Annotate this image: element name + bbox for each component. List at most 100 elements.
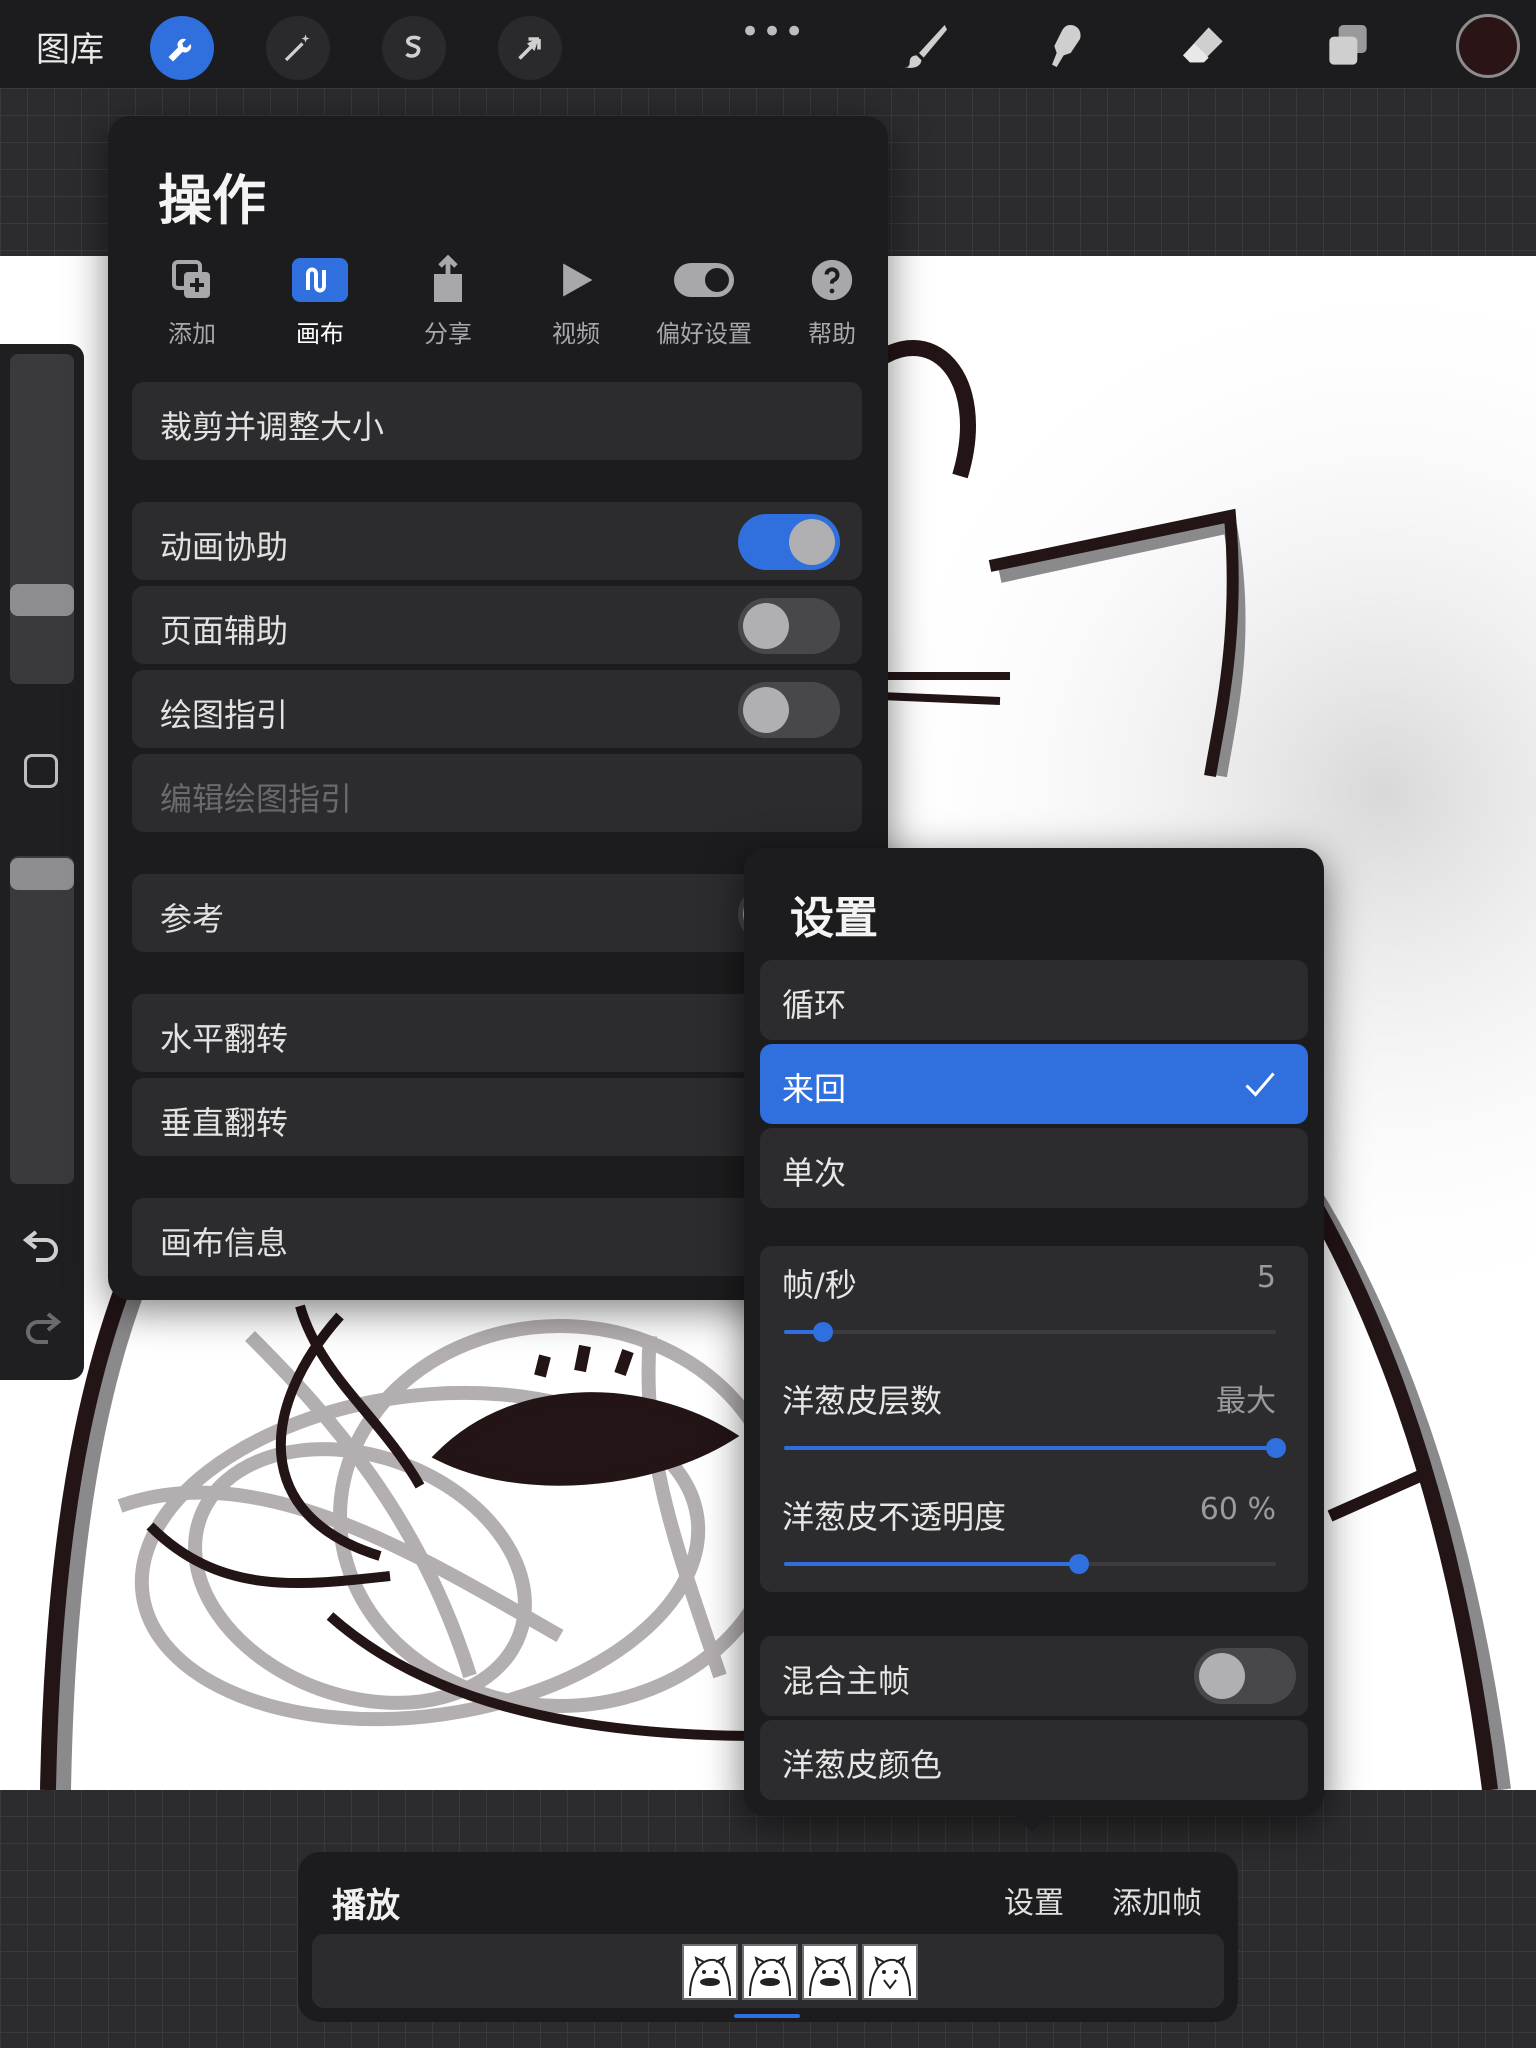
transform-arrow-icon (518, 37, 541, 60)
share-icon (434, 254, 462, 302)
edit-drawing-guide-label: 编辑绘图指引 (160, 780, 353, 818)
actions-title: 操作 (158, 169, 266, 232)
selection-button[interactable] (382, 16, 446, 80)
animation-settings-popover: 设置 循环 来回 单次 帧/秒 5 洋葱皮层数 最大 洋葱皮不透明度 60 % … (744, 848, 1324, 1816)
brush-size-handle[interactable] (10, 584, 74, 616)
drawing-guide-row: 绘图指引 (132, 670, 862, 748)
timeline-settings-button[interactable]: 设置 (1004, 1878, 1064, 1922)
edit-drawing-guide-row: 编辑绘图指引 (132, 754, 862, 832)
checkmark-icon (1245, 1072, 1275, 1097)
adjustments-button[interactable] (266, 16, 330, 80)
mode-one-shot-label: 单次 (782, 1154, 847, 1192)
tab-video[interactable]: 视频 (512, 252, 640, 362)
toggle-icon (674, 263, 734, 297)
crop-resize-label: 裁剪并调整大小 (160, 408, 385, 446)
onion-layers-value: 最大 (1216, 1384, 1276, 1419)
onion-opacity-slider-handle[interactable] (1069, 1554, 1090, 1574)
smudge-button[interactable] (1034, 14, 1098, 78)
layers-button[interactable] (1316, 14, 1380, 78)
tab-add-label: 添加 (168, 320, 216, 348)
magic-wand-icon (284, 34, 310, 62)
frame-timeline (312, 1934, 1224, 2008)
smudge-icon (1052, 25, 1081, 67)
animation-assist-label: 动画协助 (160, 528, 289, 566)
actions-tabs: 添加 画布 分享 视频 偏好设置 帮助 (128, 252, 868, 362)
page-assist-row: 页面辅助 (132, 586, 862, 664)
onion-layers-slider-handle[interactable] (1266, 1438, 1286, 1458)
mode-one-shot-option[interactable]: 单次 (760, 1128, 1308, 1208)
drawing-guide-label: 绘图指引 (160, 696, 289, 734)
gallery-button[interactable]: 图库 (36, 22, 104, 71)
blend-primary-toggle[interactable] (1194, 1648, 1296, 1704)
opacity-slider[interactable] (10, 856, 74, 1184)
layers-icon (1329, 25, 1367, 65)
onion-color-label: 洋葱皮颜色 (782, 1746, 943, 1784)
popover-pointer (1012, 1812, 1052, 1832)
animation-assist-row: 动画协助 (132, 502, 862, 580)
tab-preferences[interactable]: 偏好设置 (640, 252, 768, 362)
animation-assist-toggle[interactable] (738, 514, 840, 570)
onion-layers-slider[interactable] (784, 1438, 1286, 1458)
eraser-icon (1183, 27, 1223, 63)
frame-thumbnail[interactable] (802, 1944, 858, 2000)
tab-share[interactable]: 分享 (384, 252, 512, 362)
brush-size-slider[interactable] (10, 354, 74, 684)
crop-resize-row[interactable]: 裁剪并调整大小 (132, 382, 862, 460)
tab-help-label: 帮助 (808, 320, 856, 348)
frame-thumbnail-art (809, 1956, 851, 1997)
help-icon (811, 259, 853, 301)
wrench-icon (168, 38, 192, 62)
page-assist-label: 页面辅助 (160, 612, 289, 650)
blend-primary-label: 混合主帧 (782, 1662, 911, 1700)
animation-timeline-bar: 播放 设置 添加帧 (298, 1852, 1238, 2022)
fps-value: 5 (1256, 1260, 1276, 1295)
color-picker-button[interactable] (1456, 14, 1520, 78)
drawing-guide-toggle[interactable] (738, 682, 840, 738)
tab-share-label: 分享 (424, 320, 472, 348)
modify-button[interactable] (24, 754, 58, 788)
canvas-icon (292, 258, 348, 302)
tab-canvas-label: 画布 (296, 320, 344, 348)
fps-slider-handle[interactable] (813, 1322, 834, 1342)
onion-layers-label: 洋葱皮层数 (782, 1382, 943, 1420)
onion-color-row[interactable]: 洋葱皮颜色 (760, 1720, 1308, 1800)
frame-thumbnail[interactable] (862, 1944, 918, 2000)
redo-icon[interactable] (18, 1302, 66, 1350)
add-frame-button[interactable]: 添加帧 (1112, 1878, 1202, 1922)
frame-thumbnail[interactable] (682, 1944, 738, 2000)
fps-slider[interactable] (784, 1322, 1276, 1342)
canvas-info-label: 画布信息 (160, 1224, 289, 1262)
onion-opacity-label: 洋葱皮不透明度 (782, 1498, 1007, 1536)
frame-thumbnail-art (749, 1956, 791, 1997)
onion-opacity-slider[interactable] (784, 1554, 1276, 1574)
mode-ping-pong-label: 来回 (782, 1070, 847, 1108)
tab-canvas[interactable]: 画布 (256, 252, 384, 362)
mode-loop-option[interactable]: 循环 (760, 960, 1308, 1040)
tab-video-label: 视频 (552, 320, 600, 348)
frame-thumbnail-art (869, 1956, 911, 1997)
more-menu[interactable]: ••• (740, 12, 806, 52)
blend-primary-row: 混合主帧 (760, 1636, 1308, 1716)
transform-button[interactable] (498, 16, 562, 80)
undo-icon[interactable] (18, 1220, 66, 1268)
mode-loop-label: 循环 (782, 986, 847, 1024)
brush-button[interactable] (894, 14, 958, 78)
eraser-button[interactable] (1172, 14, 1236, 78)
tab-add[interactable]: 添加 (128, 252, 256, 362)
page-assist-toggle[interactable] (738, 598, 840, 654)
mode-ping-pong-option[interactable]: 来回 (760, 1044, 1308, 1124)
flip-horizontal-label: 水平翻转 (160, 1020, 289, 1058)
tab-help[interactable]: 帮助 (768, 252, 896, 362)
tab-preferences-label: 偏好设置 (656, 320, 752, 348)
actions-wrench-button[interactable] (150, 16, 214, 80)
selection-icon (405, 35, 421, 58)
opacity-handle[interactable] (10, 858, 74, 890)
frame-thumbnail[interactable] (742, 1944, 798, 2000)
frame-thumbnail-art (689, 1956, 731, 1997)
add-layer-icon (172, 260, 210, 298)
play-button[interactable]: 播放 (332, 1878, 400, 1927)
flip-vertical-label: 垂直翻转 (160, 1104, 289, 1142)
onion-skin-sliders: 帧/秒 5 洋葱皮层数 最大 洋葱皮不透明度 60 % (760, 1246, 1308, 1592)
brush-icon (905, 25, 947, 68)
left-sidebar (0, 344, 84, 1380)
